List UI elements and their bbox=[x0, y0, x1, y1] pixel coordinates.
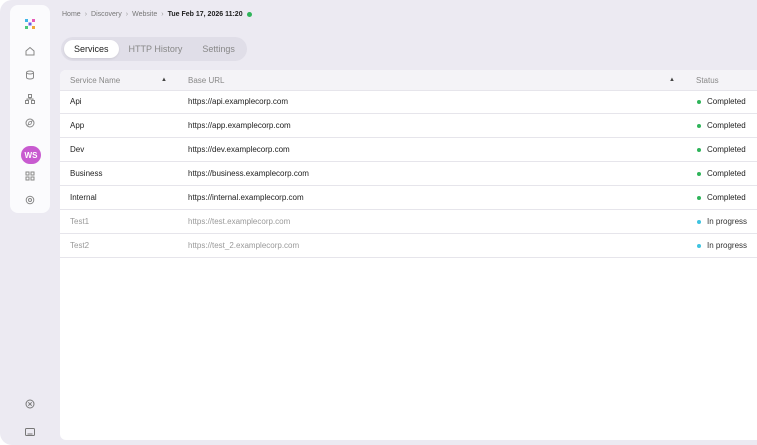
sort-asc-icon[interactable]: ▲ bbox=[669, 70, 675, 90]
services-table: Service Name ▲ Base URL ▲ Status Api htt… bbox=[60, 70, 757, 440]
base-url-cell: https://api.examplecorp.com bbox=[188, 97, 289, 106]
status-label: Completed bbox=[707, 193, 746, 202]
status-cell: Completed bbox=[697, 186, 746, 209]
table-row[interactable]: Internal https://internal.examplecorp.co… bbox=[60, 186, 757, 210]
sidebar: WS bbox=[0, 0, 54, 445]
compass-icon[interactable] bbox=[22, 115, 38, 131]
column-header-status[interactable]: Status bbox=[696, 70, 719, 90]
status-dot bbox=[697, 219, 701, 224]
breadcrumb: Home › Discovery › Website › Tue Feb 17,… bbox=[62, 7, 252, 21]
breadcrumb-website[interactable]: Website bbox=[132, 11, 157, 18]
status-cell: In progress bbox=[697, 210, 747, 233]
status-label: Completed bbox=[707, 121, 746, 130]
breadcrumb-separator: › bbox=[125, 10, 129, 18]
table-row[interactable]: Dev https://dev.examplecorp.com Complete… bbox=[60, 138, 757, 162]
close-circle-icon[interactable] bbox=[22, 396, 38, 412]
status-dot bbox=[697, 195, 701, 200]
status-dot bbox=[697, 171, 701, 176]
table-header: Service Name ▲ Base URL ▲ Status bbox=[60, 70, 757, 91]
breadcrumb-home[interactable]: Home bbox=[62, 11, 81, 18]
base-url-cell: https://business.examplecorp.com bbox=[188, 169, 309, 178]
base-url-cell: https://dev.examplecorp.com bbox=[188, 145, 290, 154]
status-cell: Completed bbox=[697, 114, 746, 137]
terminal-icon[interactable] bbox=[22, 424, 38, 440]
status-dot bbox=[697, 123, 701, 128]
service-name-cell: Api bbox=[70, 97, 82, 106]
live-status-dot bbox=[246, 11, 252, 17]
base-url-cell: https://test_2.examplecorp.com bbox=[188, 241, 300, 250]
workspace-avatar[interactable]: WS bbox=[21, 146, 41, 164]
service-name-cell: Business bbox=[70, 169, 103, 178]
status-cell: In progress bbox=[697, 234, 747, 257]
network-icon[interactable] bbox=[22, 91, 38, 107]
column-header-base-url[interactable]: Base URL bbox=[188, 70, 224, 90]
status-label: In progress bbox=[707, 241, 748, 250]
status-label: Completed bbox=[707, 145, 746, 154]
service-name-cell: Test2 bbox=[70, 241, 90, 250]
status-label: Completed bbox=[707, 97, 746, 106]
breadcrumb-separator: › bbox=[161, 10, 164, 18]
status-cell: Completed bbox=[697, 138, 746, 161]
tab-settings[interactable]: Settings bbox=[192, 40, 245, 58]
status-dot bbox=[697, 243, 701, 248]
base-url-cell: https://app.examplecorp.com bbox=[188, 121, 291, 130]
grid-icon[interactable] bbox=[22, 168, 38, 184]
status-label: Completed bbox=[707, 169, 746, 178]
breadcrumb-separator: › bbox=[84, 10, 88, 18]
breadcrumb-discovery[interactable]: Discovery bbox=[91, 11, 122, 18]
home-icon[interactable] bbox=[22, 43, 38, 59]
service-name-cell: Test1 bbox=[70, 217, 90, 226]
app-logo-icon[interactable] bbox=[22, 16, 38, 32]
table-row[interactable]: Api https://api.examplecorp.com Complete… bbox=[60, 90, 757, 114]
tab-services[interactable]: Services bbox=[64, 40, 119, 58]
service-name-cell: Internal bbox=[70, 193, 97, 202]
status-dot bbox=[697, 99, 701, 104]
table-row[interactable]: Business https://business.examplecorp.co… bbox=[60, 162, 757, 186]
tab-http-history[interactable]: HTTP History bbox=[119, 40, 193, 58]
status-dot bbox=[697, 147, 701, 152]
table-row[interactable]: App https://app.examplecorp.com Complete… bbox=[60, 114, 757, 138]
tab-bar: Services HTTP History Settings bbox=[61, 37, 247, 61]
settings-icon[interactable] bbox=[22, 192, 38, 208]
table-row[interactable]: Test1 https://test.examplecorp.com In pr… bbox=[60, 210, 757, 234]
database-icon[interactable] bbox=[22, 67, 38, 83]
table-row[interactable]: Test2 https://test_2.examplecorp.com In … bbox=[60, 234, 757, 258]
status-cell: Completed bbox=[697, 162, 746, 185]
status-cell: Completed bbox=[697, 90, 746, 113]
column-header-service-name[interactable]: Service Name bbox=[70, 70, 120, 90]
service-name-cell: Dev bbox=[70, 145, 85, 154]
service-name-cell: App bbox=[70, 121, 85, 130]
base-url-cell: https://internal.examplecorp.com bbox=[188, 193, 304, 202]
base-url-cell: https://test.examplecorp.com bbox=[188, 217, 291, 226]
sort-asc-icon[interactable]: ▲ bbox=[161, 70, 167, 90]
status-label: In progress bbox=[707, 217, 748, 226]
breadcrumb-current: Tue Feb 17, 2026 11:20 bbox=[167, 10, 243, 18]
